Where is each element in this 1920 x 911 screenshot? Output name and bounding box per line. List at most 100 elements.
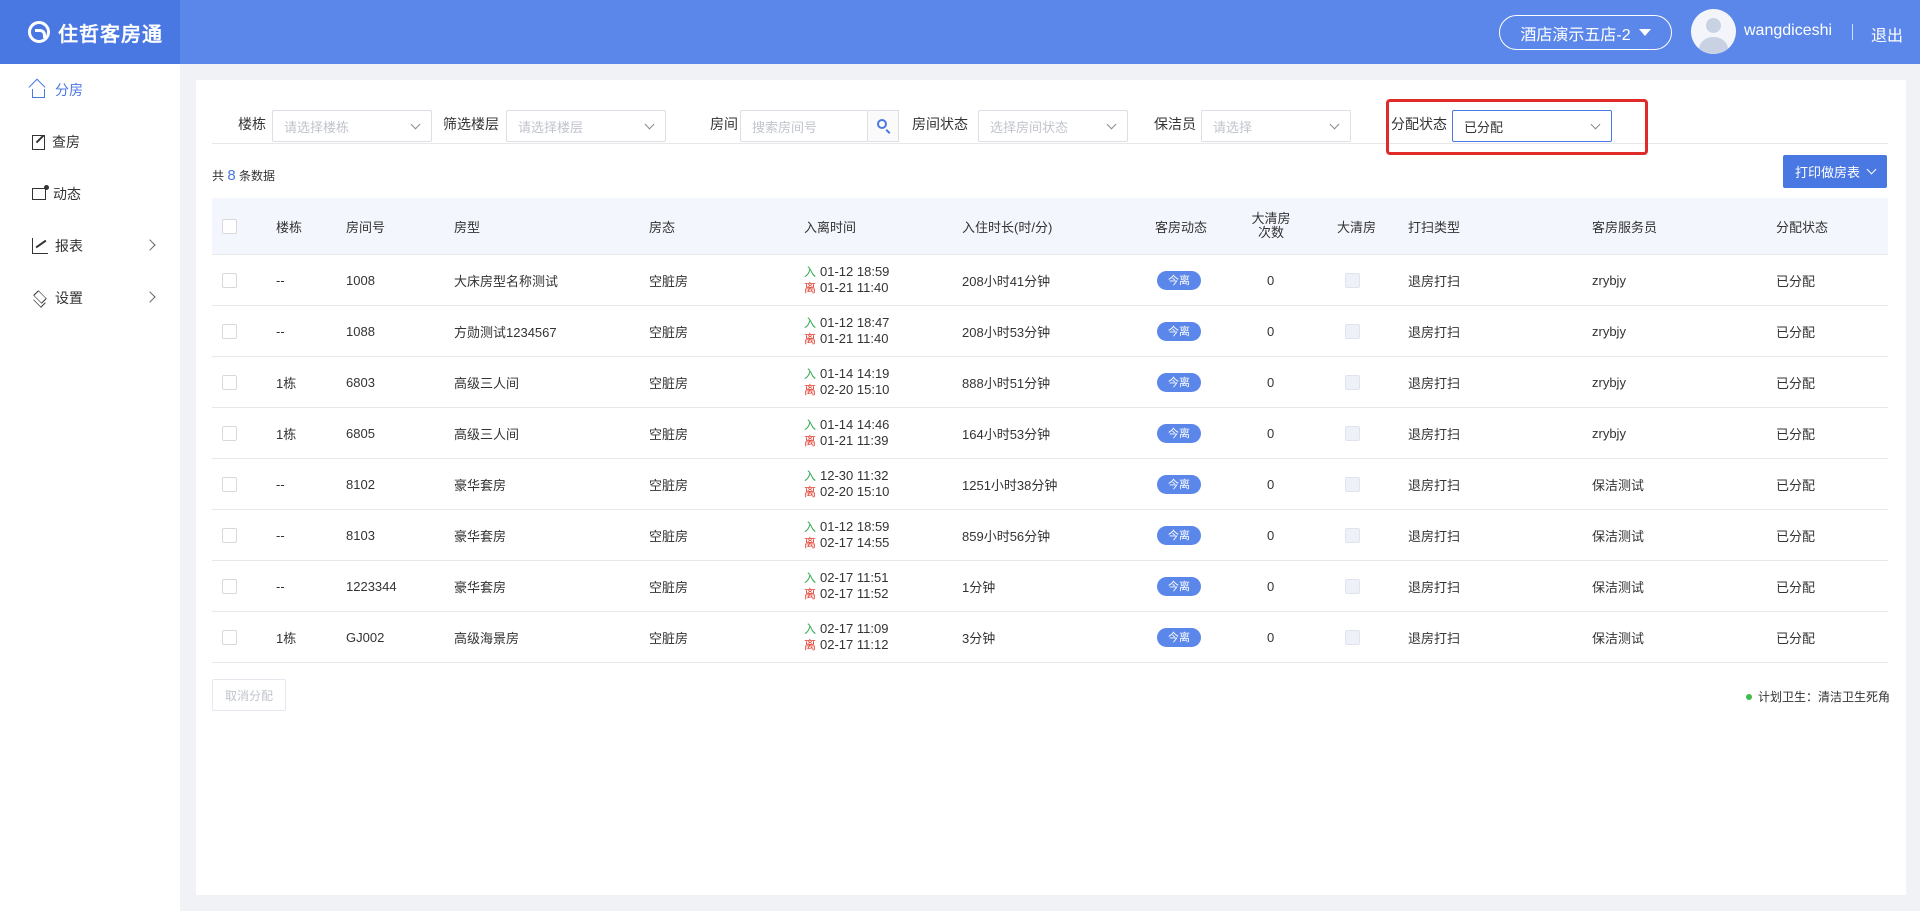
row-select-cell <box>222 510 237 560</box>
check-out-time: 02-20 15:10 <box>820 382 890 397</box>
cell-room-dynamic: 今离 <box>1157 510 1201 560</box>
row-checkbox[interactable] <box>222 323 237 339</box>
store-selector[interactable]: 酒店演示五店-2 <box>1499 15 1672 50</box>
cell-room-dynamic: 今离 <box>1157 357 1201 407</box>
top-bar: 住哲客房通 酒店演示五店-2 wangdiceshi 退出 <box>0 0 1920 64</box>
cell-assign-status: 已分配 <box>1776 375 1816 391</box>
room-placeholder: 搜索房间号 <box>752 119 818 135</box>
col-room-dynamic: 客房动态 <box>1155 219 1208 235</box>
print-room-sheet-button[interactable]: 打印做房表 <box>1783 155 1887 188</box>
cancel-assign-button[interactable]: 取消分配 <box>212 679 286 711</box>
in-tag: 入 <box>804 367 817 381</box>
filter-bar: 楼栋 请选择楼栋 筛选楼层 请选择楼层 房间 搜索房间号 房间状态 选择房间状态… <box>212 94 1888 155</box>
row-checkbox[interactable] <box>222 272 237 288</box>
table-row[interactable]: -- 8102 豪华套房 空脏房 入 12-30 11:32 离 02-20 15:10 125… <box>212 458 1888 509</box>
table-row[interactable]: 1栋 6803 高级三人间 空脏房 入 01-14 14:19 离 02-20 15:10 88… <box>212 356 1888 407</box>
row-select-cell <box>222 408 237 458</box>
status-badge: 今离 <box>1157 372 1201 392</box>
row-checkbox[interactable] <box>222 374 237 390</box>
room-search-input[interactable]: 搜索房间号 <box>740 110 868 142</box>
cleaner-select[interactable]: 请选择 <box>1201 110 1351 142</box>
select-all-checkbox[interactable] <box>222 218 237 234</box>
sidebar-item-assign-room[interactable]: 分房 <box>0 64 180 116</box>
logo-icon <box>28 21 50 43</box>
col-in-out-time: 入离时间 <box>804 219 857 235</box>
room-status-select[interactable]: 选择房间状态 <box>978 110 1128 142</box>
cell-deep-clean <box>1345 306 1360 356</box>
status-badge: 今离 <box>1157 627 1201 647</box>
check-in-time: 01-12 18:59 <box>820 264 890 279</box>
table-row[interactable]: -- 8103 豪华套房 空脏房 入 01-12 18:59 离 02-17 14:55 859… <box>212 509 1888 560</box>
cell-room-type: 豪华套房 <box>454 528 507 544</box>
cell-room-dynamic: 今离 <box>1157 306 1201 356</box>
cell-attendant: 保洁测试 <box>1592 528 1645 544</box>
status-badge: 今离 <box>1157 423 1201 443</box>
cell-room-no: GJ002 <box>346 629 385 645</box>
cell-room-status: 空脏房 <box>649 477 689 493</box>
sidebar-item-inspect-room[interactable]: 查房 <box>0 116 180 168</box>
row-checkbox[interactable] <box>222 425 237 441</box>
assign-status-select[interactable]: 已分配 <box>1452 110 1612 142</box>
table-row[interactable]: -- 1088 方勋测试1234567 空脏房 入 01-12 18:47 离 01-21 1… <box>212 305 1888 356</box>
logout-link[interactable]: 退出 <box>1871 22 1903 46</box>
row-checkbox[interactable] <box>222 527 237 543</box>
store-name: 酒店演示五店-2 <box>1520 26 1631 44</box>
check-in-time: 02-17 11:51 <box>820 570 889 585</box>
cleaner-placeholder: 请选择 <box>1213 119 1253 135</box>
sidebar-item-dynamic[interactable]: 动态 <box>0 168 180 220</box>
cell-room-no: 1088 <box>346 323 375 339</box>
sidebar-item-reports[interactable]: 报表 <box>0 220 180 272</box>
row-checkbox[interactable] <box>222 629 237 645</box>
cell-deep-clean <box>1345 357 1360 407</box>
cell-in-out-time: 入 01-14 14:46 离 01-21 11:39 <box>804 408 889 458</box>
table-row[interactable]: -- 1008 大床房型名称测试 空脏房 入 01-12 18:59 离 01-21 11:4… <box>212 254 1888 305</box>
col-room-status: 房态 <box>649 219 676 235</box>
row-select-cell <box>222 357 237 407</box>
cell-assign-status: 已分配 <box>1776 273 1816 289</box>
logo[interactable]: 住哲客房通 <box>0 0 180 64</box>
cell-room-dynamic: 今离 <box>1157 255 1201 305</box>
cell-room-no: 8103 <box>346 527 375 543</box>
room-table: 楼栋 房间号 房型 房态 入离时间 入住时长(时/分) 客房动态 大清房 次数 … <box>212 198 1888 663</box>
search-button[interactable] <box>868 110 899 142</box>
table-header: 楼栋 房间号 房型 房态 入离时间 入住时长(时/分) 客房动态 大清房 次数 … <box>212 198 1888 254</box>
cell-room-dynamic: 今离 <box>1157 459 1201 509</box>
check-out-time: 02-17 11:52 <box>820 586 889 601</box>
building-select[interactable]: 请选择楼栋 <box>272 110 432 142</box>
row-select-cell <box>222 255 237 305</box>
status-badge: 今离 <box>1157 576 1201 596</box>
sidebar-item-settings[interactable]: 设置 <box>0 272 180 324</box>
avatar[interactable] <box>1691 9 1736 54</box>
cell-stay-duration: 3分钟 <box>962 630 996 646</box>
check-out-time: 01-21 11:39 <box>820 433 889 448</box>
table-row[interactable]: 1栋 6805 高级三人间 空脏房 入 01-14 14:46 离 01-21 11:39 16… <box>212 407 1888 458</box>
cell-clean-type: 退房打扫 <box>1408 324 1461 340</box>
status-badge: 今离 <box>1157 474 1201 494</box>
chevron-down-icon <box>1866 164 1877 175</box>
check-in-time: 12-30 11:32 <box>820 468 889 483</box>
row-checkbox[interactable] <box>222 578 237 594</box>
cell-stay-duration: 1251小时38分钟 <box>962 477 1058 493</box>
floor-select[interactable]: 请选择楼层 <box>506 110 666 142</box>
room-status-placeholder: 选择房间状态 <box>990 119 1069 135</box>
cell-assign-status: 已分配 <box>1776 477 1816 493</box>
col-clean-type: 打扫类型 <box>1408 219 1461 235</box>
legend-text: 计划卫生：清洁卫生死角 <box>1757 690 1890 704</box>
sidebar-item-label: 报表 <box>55 238 83 254</box>
check-out-time: 02-20 15:10 <box>820 484 890 499</box>
deep-clean-checkbox <box>1345 527 1360 543</box>
sidebar: 分房 查房 动态 报表 设置 <box>0 64 180 911</box>
cell-assign-status: 已分配 <box>1776 528 1816 544</box>
deep-clean-checkbox <box>1345 323 1360 339</box>
out-tag: 离 <box>804 536 817 550</box>
check-in-time: 01-12 18:59 <box>820 519 890 534</box>
table-row[interactable]: -- 1223344 豪华套房 空脏房 入 02-17 11:51 离 02-17 11:52… <box>212 560 1888 611</box>
check-out-line: 离 02-17 11:52 <box>804 586 888 602</box>
cell-deep-clean-count: 0 <box>1267 476 1275 492</box>
table-row[interactable]: 1栋 GJ002 高级海景房 空脏房 入 02-17 11:09 离 02-17 11:12 3… <box>212 611 1888 662</box>
cell-attendant: zrybjy <box>1592 374 1626 390</box>
in-tag: 入 <box>804 316 817 330</box>
check-out-line: 离 02-20 15:10 <box>804 484 889 500</box>
row-checkbox[interactable] <box>222 476 237 492</box>
floor-placeholder: 请选择楼层 <box>518 119 584 135</box>
